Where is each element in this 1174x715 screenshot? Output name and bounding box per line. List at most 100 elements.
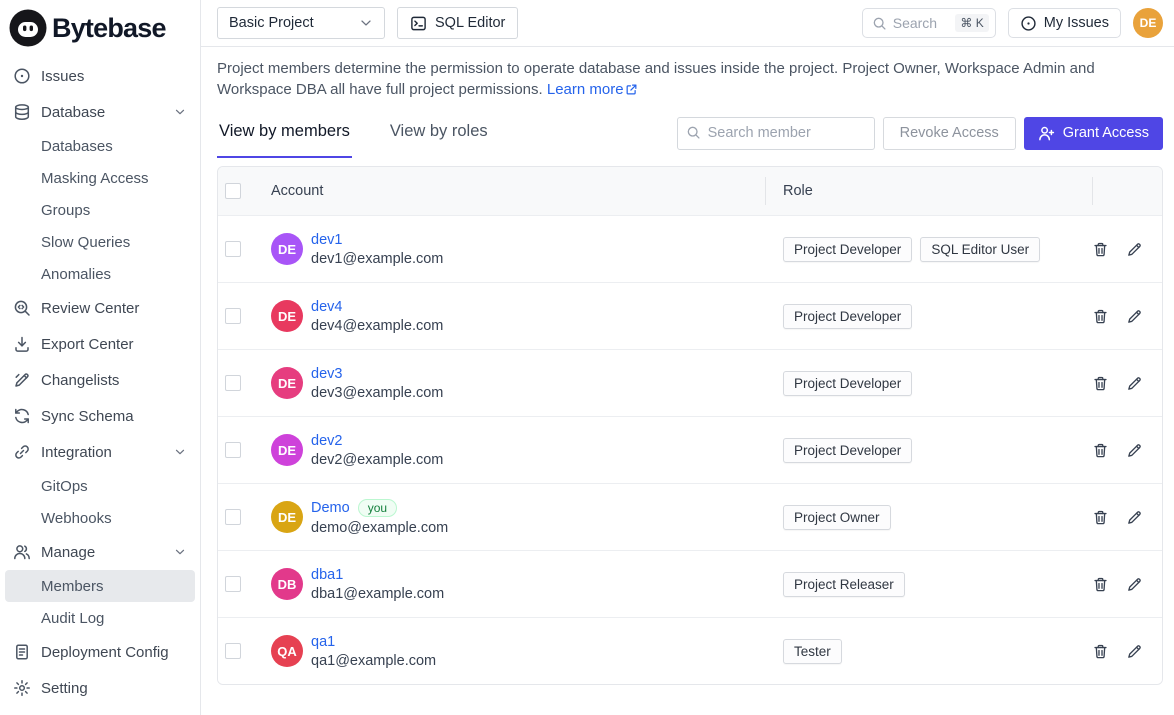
sidebar-nav: IssuesDatabaseDatabases Masking Access Gro… (0, 56, 200, 706)
sidebar-item-integration[interactable]: Integration (5, 434, 195, 470)
edit-member-button[interactable] (1126, 375, 1143, 392)
changelist-icon (13, 371, 31, 389)
sidebar-item-setting[interactable]: Setting (5, 670, 195, 706)
sidebar: Bytebase IssuesDatabaseDatabases Masking … (0, 0, 201, 715)
sidebar-item-audit-log[interactable]: Audit Log (5, 602, 195, 634)
role-chip: Project Developer (783, 438, 912, 463)
member-row: QA qa1 qa1@example.com Tester (218, 617, 1162, 684)
member-name-link[interactable]: dev1 (311, 232, 342, 248)
sidebar-item-manage[interactable]: Manage (5, 534, 195, 570)
role-cell: Project Developer (765, 371, 1092, 396)
row-checkbox[interactable] (225, 308, 241, 324)
grant-access-button[interactable]: Grant Access (1024, 117, 1163, 150)
delete-member-button[interactable] (1092, 241, 1109, 258)
learn-more-link[interactable]: Learn more (547, 81, 638, 98)
search-icon (686, 125, 701, 140)
actions-cell (1092, 643, 1163, 660)
edit-member-button[interactable] (1126, 442, 1143, 459)
edit-member-button[interactable] (1126, 509, 1143, 526)
tab-view-by-roles[interactable]: View by roles (388, 116, 490, 158)
sidebar-item-masking-access[interactable]: Masking Access (5, 162, 195, 194)
user-avatar[interactable]: DE (1133, 8, 1163, 38)
sidebar-item-label: Setting (41, 680, 88, 697)
sidebar-item-anomalies[interactable]: Anomalies (5, 258, 195, 290)
revoke-access-button[interactable]: Revoke Access (883, 117, 1016, 150)
role-cell: Project Developer (765, 304, 1092, 329)
member-email: qa1@example.com (311, 653, 436, 669)
global-search-input[interactable]: Search ⌘ K (862, 8, 996, 38)
edit-member-button[interactable] (1126, 308, 1143, 325)
pencil-icon (1126, 308, 1143, 325)
sidebar-item-label: GitOps (41, 478, 88, 495)
account-cell: DE dev2 dev2@example.com (271, 433, 765, 468)
role-cell: Project DeveloperSQL Editor User (765, 237, 1092, 262)
brand-logo[interactable]: Bytebase (0, 0, 200, 56)
row-checkbox[interactable] (225, 442, 241, 458)
row-checkbox-cell (218, 308, 271, 324)
sidebar-item-changelists[interactable]: Changelists (5, 362, 195, 398)
sidebar-item-label: Changelists (41, 372, 119, 389)
you-badge: you (358, 499, 397, 517)
delete-member-button[interactable] (1092, 375, 1109, 392)
column-header-role: Role (765, 167, 1092, 215)
role-cell: Project Owner (765, 505, 1092, 530)
member-avatar: DE (271, 367, 303, 399)
row-checkbox-cell (218, 442, 271, 458)
search-member-input[interactable] (677, 117, 875, 150)
pencil-icon (1126, 375, 1143, 392)
member-name-link[interactable]: dev4 (311, 299, 342, 315)
edit-member-button[interactable] (1126, 576, 1143, 593)
row-checkbox-cell (218, 509, 271, 525)
delete-member-button[interactable] (1092, 576, 1109, 593)
delete-member-button[interactable] (1092, 643, 1109, 660)
sidebar-item-sync-schema[interactable]: Sync Schema (5, 398, 195, 434)
row-checkbox[interactable] (225, 375, 241, 391)
external-link-icon (625, 83, 638, 96)
edit-member-button[interactable] (1126, 643, 1143, 660)
chevron-down-icon (173, 105, 187, 119)
sidebar-item-members[interactable]: Members (5, 570, 195, 602)
sidebar-item-review-center[interactable]: Review Center (5, 290, 195, 326)
sidebar-item-gitops[interactable]: GitOps (5, 470, 195, 502)
row-checkbox[interactable] (225, 643, 241, 659)
members-page: Project members determine the permission… (201, 47, 1174, 685)
sidebar-item-deployment-config[interactable]: Deployment Config (5, 634, 195, 670)
sql-editor-button[interactable]: SQL Editor (397, 7, 518, 39)
account-cell: DE dev4 dev4@example.com (271, 299, 765, 334)
project-select[interactable]: Basic Project (217, 7, 385, 39)
delete-member-button[interactable] (1092, 442, 1109, 459)
sidebar-item-slow-queries[interactable]: Slow Queries (5, 226, 195, 258)
delete-member-button[interactable] (1092, 308, 1109, 325)
member-avatar: QA (271, 635, 303, 667)
row-checkbox[interactable] (225, 576, 241, 592)
sync-icon (13, 407, 31, 425)
edit-member-button[interactable] (1126, 241, 1143, 258)
sidebar-item-label: Webhooks (41, 510, 112, 527)
sidebar-item-database[interactable]: Database (5, 94, 195, 130)
delete-member-button[interactable] (1092, 509, 1109, 526)
member-name-link[interactable]: dev2 (311, 433, 342, 449)
actions-cell (1092, 509, 1163, 526)
role-cell: Project Releaser (765, 572, 1092, 597)
grant-access-label: Grant Access (1063, 125, 1149, 141)
member-name-link[interactable]: qa1 (311, 634, 335, 650)
sidebar-item-groups[interactable]: Groups (5, 194, 195, 226)
pencil-icon (1126, 509, 1143, 526)
sidebar-item-label: Masking Access (41, 170, 149, 187)
row-checkbox[interactable] (225, 241, 241, 257)
sidebar-item-export-center[interactable]: Export Center (5, 326, 195, 362)
sidebar-item-issues[interactable]: Issues (5, 58, 195, 94)
row-checkbox[interactable] (225, 509, 241, 525)
member-row: DE dev2 dev2@example.com Project Develop… (218, 416, 1162, 483)
table-header: Account Role (218, 167, 1162, 215)
sidebar-item-databases[interactable]: Databases (5, 130, 195, 162)
member-name-link[interactable]: dev3 (311, 366, 342, 382)
tab-view-by-members[interactable]: View by members (217, 116, 352, 158)
role-cell: Tester (765, 639, 1092, 664)
member-name-link[interactable]: dba1 (311, 567, 343, 583)
select-all-checkbox[interactable] (225, 183, 241, 199)
member-name-link[interactable]: Demo (311, 500, 350, 516)
sidebar-item-webhooks[interactable]: Webhooks (5, 502, 195, 534)
project-select-value: Basic Project (229, 15, 314, 31)
my-issues-button[interactable]: My Issues (1008, 8, 1121, 38)
